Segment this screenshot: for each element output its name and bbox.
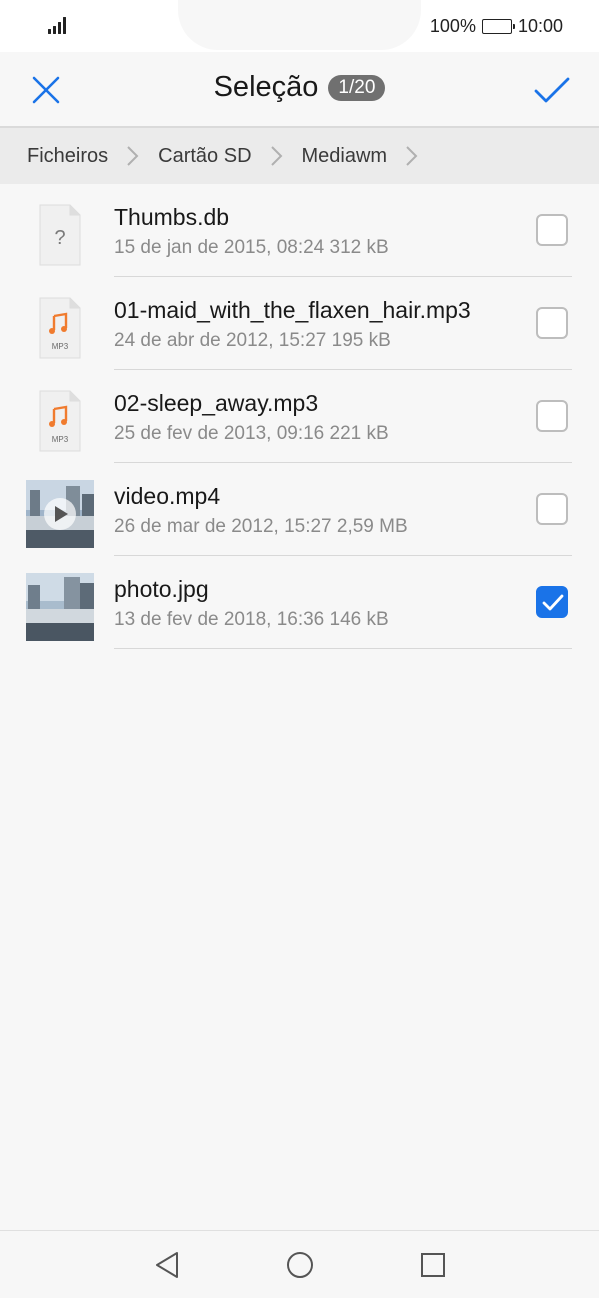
checkmark-icon (542, 594, 564, 611)
selection-header: Seleção 1/20 (0, 52, 599, 126)
home-button[interactable] (284, 1249, 316, 1281)
battery-percent: 100% (429, 15, 476, 36)
select-checkbox[interactable] (536, 400, 568, 432)
confirm-button[interactable] (532, 70, 572, 110)
breadcrumb-sd-card[interactable]: Cartão SD (158, 145, 251, 168)
file-row[interactable]: ? Thumbs.db 15 de jan de 2015, 08:24 312… (0, 184, 599, 277)
status-bar: 100% 10:00 (0, 0, 599, 52)
mp3-file-icon: MP3 (26, 387, 94, 455)
file-meta: 26 de mar de 2012, 15:27 2,59 MB (114, 516, 408, 537)
recent-apps-icon (421, 1253, 445, 1277)
breadcrumb-mediawm[interactable]: Mediawm (302, 145, 388, 168)
file-row[interactable]: video.mp4 26 de mar de 2012, 15:27 2,59 … (0, 463, 599, 556)
file-row[interactable]: MP3 02-sleep_away.mp3 25 de fev de 2013,… (0, 370, 599, 463)
recent-apps-button[interactable] (417, 1249, 449, 1281)
breadcrumb-files[interactable]: Ficheiros (27, 145, 108, 168)
file-name: 02-sleep_away.mp3 (114, 390, 319, 416)
select-checkbox[interactable] (536, 493, 568, 525)
mp3-file-icon: MP3 (26, 294, 94, 362)
file-meta: 13 de fev de 2018, 16:36 146 kB (114, 609, 389, 630)
signal-icon (48, 16, 70, 34)
row-divider (114, 648, 572, 649)
select-checkbox[interactable] (536, 586, 568, 618)
checkmark-icon (534, 77, 570, 103)
file-name: 01-maid_with_the_flaxen_hair.mp3 (114, 297, 471, 323)
title-text: Seleção (213, 71, 319, 103)
file-list: ? Thumbs.db 15 de jan de 2015, 08:24 312… (0, 184, 599, 649)
chevron-right-icon (406, 146, 418, 166)
clock: 10:00 (517, 15, 563, 36)
photo-thumbnail (26, 573, 94, 641)
back-button[interactable] (151, 1249, 183, 1281)
camera-notch (178, 0, 421, 50)
mp3-label: MP3 (52, 342, 69, 351)
unknown-file-icon: ? (26, 201, 94, 269)
file-meta: 15 de jan de 2015, 08:24 312 kB (114, 237, 389, 258)
file-name: photo.jpg (114, 576, 209, 602)
file-name: Thumbs.db (114, 204, 230, 230)
chevron-right-icon (127, 146, 139, 166)
file-meta: 24 de abr de 2012, 15:27 195 kB (114, 330, 391, 351)
svg-text:?: ? (54, 227, 65, 249)
selection-count-badge: 1/20 (328, 74, 386, 101)
file-meta: 25 de fev de 2013, 09:16 221 kB (114, 423, 389, 444)
mp3-label: MP3 (52, 435, 69, 444)
video-thumbnail (26, 480, 94, 548)
page-title: Seleção 1/20 (0, 71, 599, 104)
file-row[interactable]: MP3 01-maid_with_the_flaxen_hair.mp3 24 … (0, 277, 599, 370)
back-icon (156, 1252, 178, 1278)
breadcrumb: Ficheiros Cartão SD Mediawm (0, 128, 599, 184)
status-right: 100% 10:00 (430, 14, 563, 38)
select-checkbox[interactable] (536, 307, 568, 339)
battery-icon (481, 18, 515, 34)
chevron-right-icon (270, 146, 282, 166)
system-nav-bar (0, 1230, 599, 1298)
select-checkbox[interactable] (536, 214, 568, 246)
file-name: video.mp4 (114, 483, 221, 509)
home-icon (287, 1252, 313, 1278)
file-row[interactable]: photo.jpg 13 de fev de 2018, 16:36 146 k… (0, 556, 599, 649)
